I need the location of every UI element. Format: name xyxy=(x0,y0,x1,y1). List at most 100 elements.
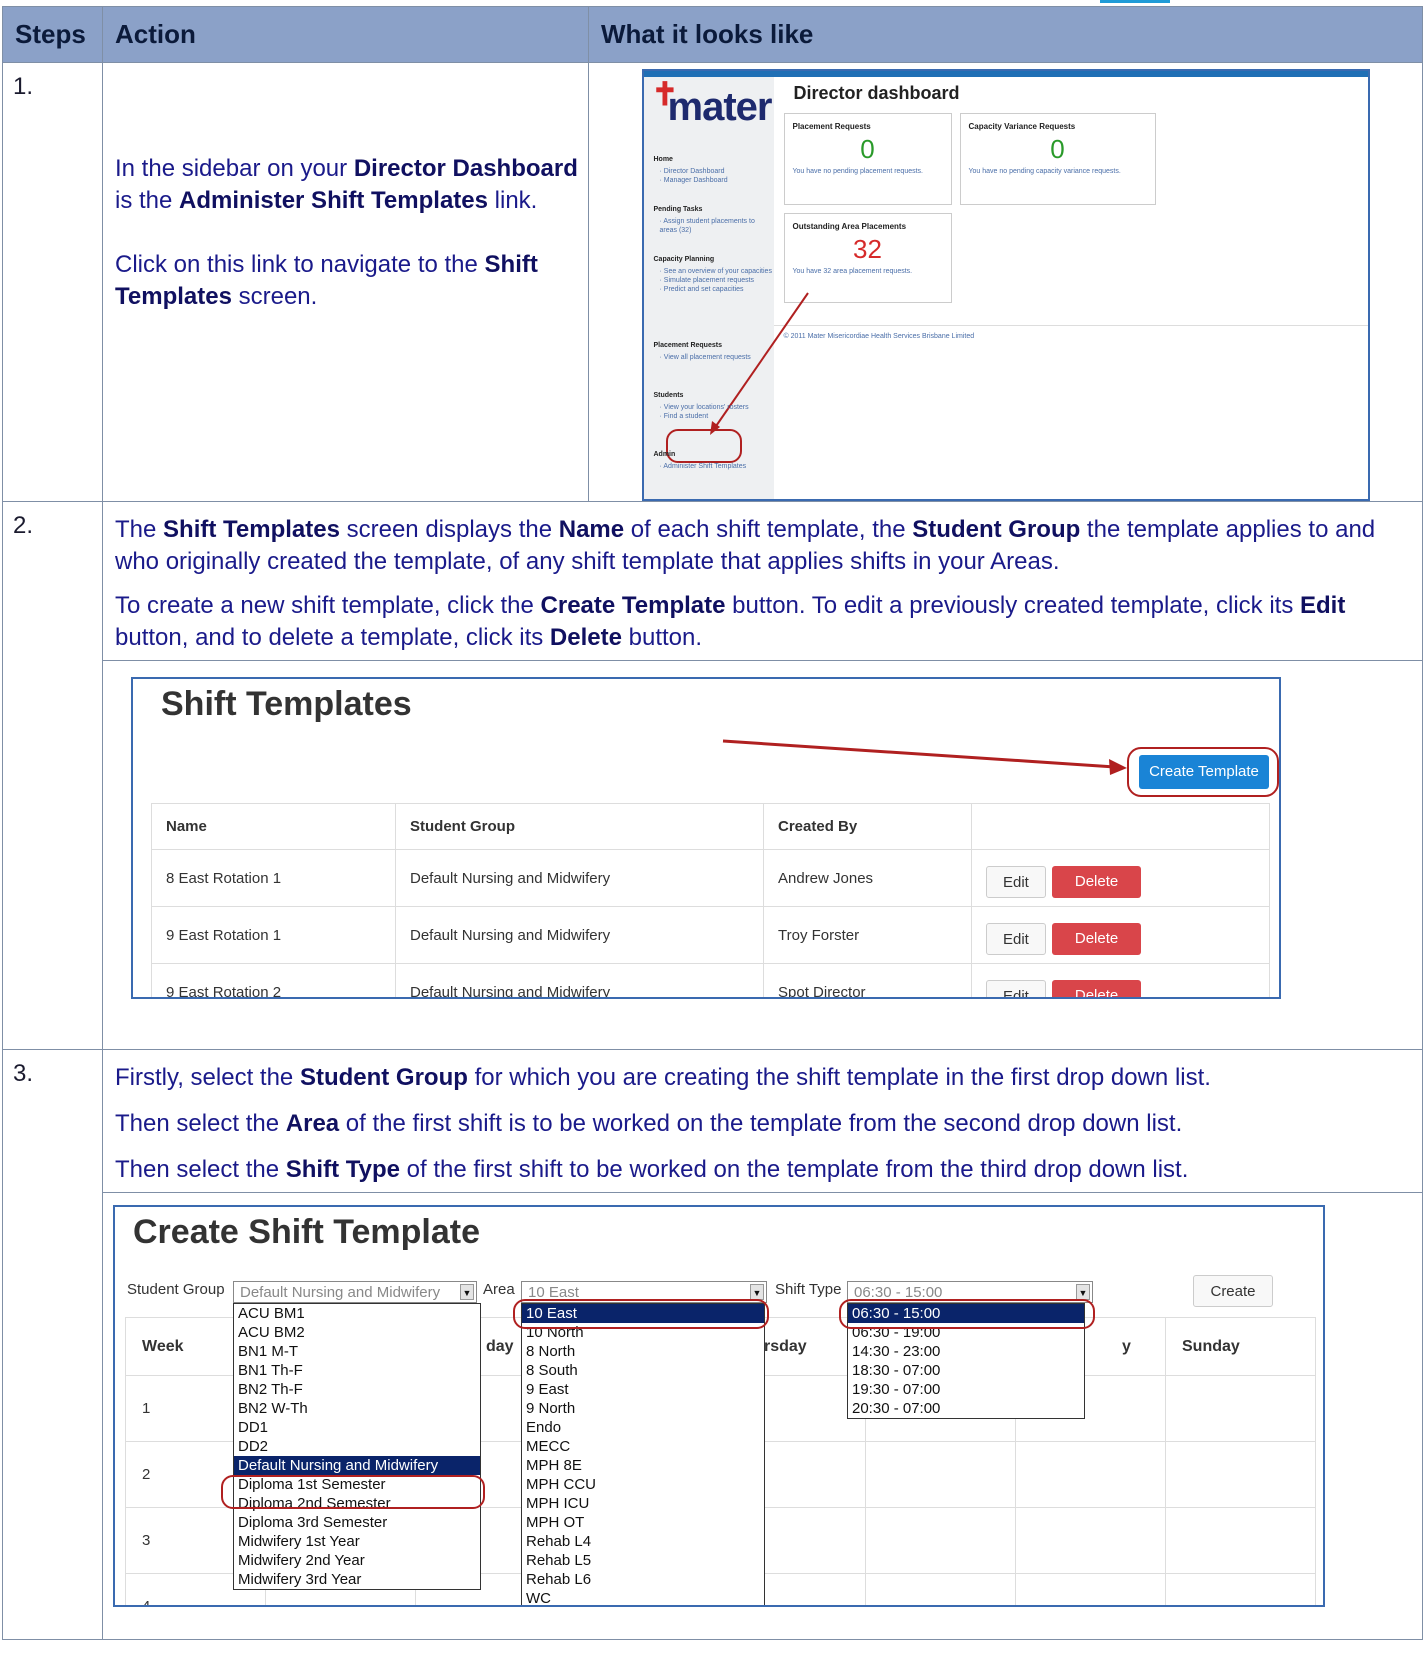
header-steps: Steps xyxy=(2,6,103,63)
dropdown-option[interactable]: Rehab L6 xyxy=(522,1570,764,1589)
chevron-down-icon: ▼ xyxy=(1076,1284,1090,1300)
col-created-by: Created By xyxy=(763,803,972,850)
step-number: 1. xyxy=(2,62,103,502)
sidebar-link[interactable]: · Find a student xyxy=(654,412,774,421)
highlight-ring xyxy=(839,1299,1095,1329)
student-group-dropdown-list[interactable]: ACU BM1 ACU BM2 BN1 M-T BN1 Th-F BN2 Th-F BN2… xyxy=(233,1303,481,1590)
sidebar-section: Placement Requests · View all placement r… xyxy=(654,341,774,362)
step2-content: The Shift Templates screen displays the … xyxy=(102,501,1423,1050)
dropdown-option[interactable]: BN2 W-Th xyxy=(234,1399,480,1418)
dropdown-option[interactable]: WC xyxy=(522,1589,764,1605)
sidebar-link[interactable]: · Director Dashboard xyxy=(654,167,774,176)
dropdown-option[interactable]: 8 South xyxy=(522,1361,764,1380)
director-dashboard-screenshot: ✝ mater Director dashboard Placement Requ… xyxy=(641,69,1370,501)
col-actions xyxy=(971,803,1270,850)
area-label: Area xyxy=(483,1281,515,1298)
sidebar-link[interactable]: · Administer Shift Templates xyxy=(654,462,774,471)
dropdown-option[interactable]: 9 East xyxy=(522,1380,764,1399)
header-looks-like: What it looks like xyxy=(588,6,1423,63)
student-group-label: Student Group xyxy=(127,1281,225,1298)
dropdown-option[interactable]: BN1 M-T xyxy=(234,1342,480,1361)
step-number: 3. xyxy=(2,1049,103,1640)
dropdown-option[interactable]: Midwifery 3rd Year xyxy=(234,1570,480,1589)
create-template-button[interactable]: Create Template xyxy=(1139,755,1269,789)
edit-button[interactable]: Edit xyxy=(986,923,1046,955)
dropdown-option[interactable]: 8 North xyxy=(522,1342,764,1361)
step3-para-1: Firstly, select the Student Group for wh… xyxy=(115,1064,1211,1091)
sidebar-heading: Capacity Planning xyxy=(653,256,715,263)
dropdown-option[interactable]: MPH OT xyxy=(522,1513,764,1532)
dropdown-option[interactable]: BN2 Th-F xyxy=(234,1380,480,1399)
dropdown-option[interactable]: Rehab L4 xyxy=(522,1532,764,1551)
dropdown-option[interactable]: Midwifery 2nd Year xyxy=(234,1551,480,1570)
area-dropdown-list[interactable]: 10 East 10 North 8 North 8 South 9 East 9 Nor… xyxy=(521,1303,765,1605)
table-row: 9 East Rotation 1 Default Nursing and Mi… xyxy=(151,906,1270,964)
shift-templates-screenshot: Shift Templates Create Template Name Stu… xyxy=(131,677,1281,999)
sidebar-link[interactable]: · View all placement requests xyxy=(654,353,774,362)
dropdown-option[interactable]: ACU BM1 xyxy=(234,1304,480,1323)
document-page: Steps Action What it looks like 1. In th… xyxy=(0,0,1426,1666)
dropdown-option[interactable]: MPH 8E xyxy=(522,1456,764,1475)
dropdown-option[interactable]: 14:30 - 23:00 xyxy=(848,1342,1084,1361)
dropdown-option[interactable]: MPH CCU xyxy=(522,1475,764,1494)
dropdown-option[interactable]: DD2 xyxy=(234,1437,480,1456)
step1-screenshot-cell: ✝ mater Director dashboard Placement Requ… xyxy=(588,62,1423,502)
dropdown-option[interactable]: 19:30 - 07:00 xyxy=(848,1380,1084,1399)
sidebar-section: Capacity Planning · See an overview of yo… xyxy=(654,255,774,294)
chevron-down-icon: ▼ xyxy=(750,1284,764,1300)
sidebar-link[interactable]: · See an overview of your capacities xyxy=(654,267,774,276)
student-group-select[interactable]: Default Nursing and Midwifery ▼ xyxy=(233,1281,477,1303)
step-number: 2. xyxy=(2,501,103,1050)
page-title: Create Shift Template xyxy=(133,1213,481,1251)
col-student-group: Student Group xyxy=(395,803,764,850)
dropdown-option[interactable]: Midwifery 1st Year xyxy=(234,1532,480,1551)
delete-button[interactable]: Delete xyxy=(1051,923,1142,955)
dropdown-option[interactable]: 18:30 - 07:00 xyxy=(848,1361,1084,1380)
step2-para-1: The Shift Templates screen displays the … xyxy=(115,516,1376,575)
highlight-ring xyxy=(221,1475,485,1509)
steps-table: Steps Action What it looks like 1. In th… xyxy=(2,6,1423,1640)
step3-content: Firstly, select the Student Group for wh… xyxy=(102,1049,1423,1640)
table-row: 8 East Rotation 1 Default Nursing and Mi… xyxy=(151,849,1270,907)
col-sunday: Sunday xyxy=(1165,1317,1316,1376)
dropdown-option[interactable]: Default Nursing and Midwifery xyxy=(234,1456,480,1475)
dropdown-option[interactable]: DD1 xyxy=(234,1418,480,1437)
edit-button[interactable]: Edit xyxy=(986,866,1046,898)
dropdown-option[interactable]: Rehab L5 xyxy=(522,1551,764,1570)
edit-button[interactable]: Edit xyxy=(986,980,1046,997)
sidebar-section: Pending Tasks · Assign student placements… xyxy=(654,205,774,235)
sidebar-section: Admin · Administer Shift Templates xyxy=(654,450,774,471)
dropdown-option[interactable]: MPH ICU xyxy=(522,1494,764,1513)
dropdown-option[interactable]: MECC xyxy=(522,1437,764,1456)
sidebar-link[interactable]: · Assign student placements to areas (32… xyxy=(654,217,774,235)
dropdown-option[interactable]: ACU BM2 xyxy=(234,1323,480,1342)
sidebar-heading: Pending Tasks xyxy=(653,206,703,213)
dropdown-option[interactable]: Diploma 3rd Semester xyxy=(234,1513,480,1532)
table-row: 9 East Rotation 2 Default Nursing and Mi… xyxy=(151,963,1270,997)
sidebar-heading: Placement Requests xyxy=(653,342,722,349)
delete-button[interactable]: Delete xyxy=(1051,980,1142,997)
highlight-ring xyxy=(513,1299,769,1329)
sidebar-link[interactable]: · Simulate placement requests xyxy=(654,276,774,285)
sidebar-heading: Students xyxy=(653,392,684,399)
create-shift-template-screenshot: Create Shift Template Student Group Defa… xyxy=(113,1205,1325,1607)
sidebar-link[interactable]: · Manager Dashboard xyxy=(654,176,774,185)
step2-para-2: To create a new shift template, click th… xyxy=(115,592,1346,651)
sidebar-section: Students · View your locations' rosters · … xyxy=(654,391,774,421)
dropdown-option[interactable]: BN1 Th-F xyxy=(234,1361,480,1380)
delete-button[interactable]: Delete xyxy=(1051,866,1142,898)
step1-text: In the sidebar on your Director Dashboar… xyxy=(115,155,578,310)
chevron-down-icon: ▼ xyxy=(460,1284,474,1300)
sidebar-link[interactable]: · View your locations' rosters xyxy=(654,403,774,412)
step3-para-2: Then select the Area of the first shift … xyxy=(115,1110,1183,1137)
step3-para-3: Then select the Shift Type of the first … xyxy=(115,1156,1189,1183)
sidebar-heading: Home xyxy=(653,156,673,163)
sidebar-link[interactable]: · Predict and set capacities xyxy=(654,285,774,294)
templates-table: Name Student Group Created By 8 East Rot… xyxy=(151,803,1270,997)
create-button[interactable]: Create xyxy=(1193,1275,1273,1307)
dropdown-option[interactable]: Endo xyxy=(522,1418,764,1437)
dropdown-option[interactable]: 9 North xyxy=(522,1399,764,1418)
step1-action: In the sidebar on your Director Dashboar… xyxy=(102,62,589,502)
shift-type-label: Shift Type xyxy=(775,1281,842,1298)
dropdown-option[interactable]: 20:30 - 07:00 xyxy=(848,1399,1084,1418)
